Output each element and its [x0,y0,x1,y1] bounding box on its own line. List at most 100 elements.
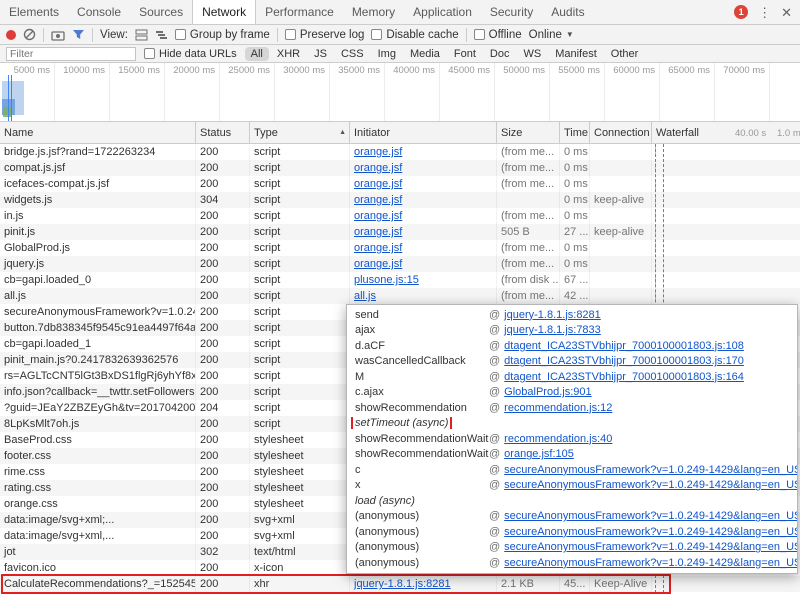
panel-tab[interactable]: Network [192,0,256,24]
capture-screenshots-icon[interactable] [51,29,65,41]
table-row[interactable]: all.js 200 script all.js (from me... 42 … [0,288,800,304]
error-count-badge[interactable]: 1 [734,5,748,19]
checkbox[interactable] [474,29,485,40]
initiator-link[interactable]: plusone.js:15 [354,274,419,286]
resource-type-filter[interactable]: Manifest [549,47,603,61]
request-name[interactable]: 8LpKsMlt7oh.js [0,416,196,432]
request-name[interactable]: all.js [0,288,196,304]
request-name[interactable]: compat.js.jsf [0,160,196,176]
stack-frame-source-link[interactable]: recommendation.js:12 [504,402,612,414]
initiator-link[interactable]: orange.jsf [354,258,402,270]
stack-frame-source-link[interactable]: GlobalProd.js:901 [504,386,591,398]
table-row[interactable]: cb=gapi.loaded_0 200 script plusone.js:1… [0,272,800,288]
stack-frame-source-link[interactable]: dtagent_ICA23STVbhijpr_7000100001803.js:… [504,340,744,352]
request-name[interactable]: rime.css [0,464,196,480]
disable-cache-checkbox[interactable]: Disable cache [371,29,458,41]
request-name[interactable]: jot [0,544,196,560]
resource-type-filter[interactable]: All [245,47,269,61]
resource-type-filter[interactable]: Font [448,47,482,61]
stack-frame-source-link[interactable]: secureAnonymousFramework?v=1.0.249-1429&… [504,464,797,476]
column-header-connection[interactable]: Connection ... [590,122,652,143]
panel-tab[interactable]: Elements [0,0,68,24]
request-name[interactable]: cb=gapi.loaded_0 [0,272,196,288]
request-name[interactable]: BaseProd.css [0,432,196,448]
table-row[interactable]: widgets.js 304 script orange.jsf 0 ms ke… [0,192,800,208]
table-row[interactable]: jquery.js 200 script orange.jsf (from me… [0,256,800,272]
offline-checkbox[interactable]: Offline [474,29,522,41]
request-name[interactable]: widgets.js [0,192,196,208]
table-row[interactable]: compat.js.jsf 200 script orange.jsf (fro… [0,160,800,176]
request-name[interactable]: button.7db838345f9545c91ea4497f64ab... [0,320,196,336]
panel-tab[interactable]: Sources [130,0,192,24]
overview-toggle-icon[interactable] [155,29,168,41]
panel-tab[interactable]: Security [481,0,542,24]
request-name[interactable]: ?guid=JEaY2ZBZEyGh&tv=2017042001&... [0,400,196,416]
initiator-link[interactable]: orange.jsf [354,146,402,158]
table-row[interactable]: GlobalProd.js 200 script orange.jsf (fro… [0,240,800,256]
request-name[interactable]: data:image/svg+xml,... [0,528,196,544]
request-name[interactable]: icefaces-compat.js.jsf [0,176,196,192]
request-name[interactable]: CalculateRecommendations?_=15254544... [0,576,196,592]
initiator-link[interactable]: orange.jsf [354,178,402,190]
table-row[interactable]: icefaces-compat.js.jsf 200 script orange… [0,176,800,192]
column-header-size[interactable]: Size [497,122,560,143]
panel-tab[interactable]: Console [68,0,130,24]
checkbox[interactable] [175,29,186,40]
initiator-link[interactable]: jquery-1.8.1.js:8281 [354,578,451,590]
preserve-log-checkbox[interactable]: Preserve log [285,29,365,41]
table-row[interactable]: pinit.js 200 script orange.jsf 505 B 27 … [0,224,800,240]
column-header-type[interactable]: Type ▲ [250,122,350,143]
resource-type-filter[interactable]: Media [404,47,446,61]
request-name[interactable]: cb=gapi.loaded_1 [0,336,196,352]
request-name[interactable]: favicon.ico [0,560,196,576]
stack-frame-source-link[interactable]: dtagent_ICA23STVbhijpr_7000100001803.js:… [504,355,744,367]
stack-frame-source-link[interactable]: jquery-1.8.1.js:8281 [504,309,601,321]
stack-frame-source-link[interactable]: secureAnonymousFramework?v=1.0.249-1429&… [504,557,797,569]
filter-icon[interactable] [72,29,85,40]
clear-icon[interactable] [23,28,36,41]
checkbox[interactable] [144,48,155,59]
panel-tab[interactable]: Audits [542,0,593,24]
column-header-status[interactable]: Status [196,122,250,143]
checkbox[interactable] [285,29,296,40]
table-row[interactable]: CalculateRecommendations?_=15254544... 2… [0,576,800,592]
column-header-name[interactable]: Name [0,122,196,143]
initiator-link[interactable]: orange.jsf [354,242,402,254]
table-row[interactable]: bridge.js.jsf?rand=1722263234 200 script… [0,144,800,160]
request-name[interactable]: secureAnonymousFramework?v=1.0.249... [0,304,196,320]
panel-tab[interactable]: Application [404,0,481,24]
stack-frame-source-link[interactable]: secureAnonymousFramework?v=1.0.249-1429&… [504,526,797,538]
more-menu-icon[interactable]: ⋮ [758,6,771,19]
request-name[interactable]: footer.css [0,448,196,464]
stack-frame-source-link[interactable]: secureAnonymousFramework?v=1.0.249-1429&… [504,510,797,522]
table-row[interactable]: in.js 200 script orange.jsf (from me... … [0,208,800,224]
request-name[interactable]: pinit_main.js?0.2417832639362576 [0,352,196,368]
column-header-waterfall[interactable]: Waterfall 40.00 s 1.0 m... [652,122,800,143]
resource-type-filter[interactable]: JS [308,47,333,61]
filter-input[interactable] [6,47,136,61]
group-by-frame-checkbox[interactable]: Group by frame [175,29,270,41]
initiator-link[interactable]: orange.jsf [354,226,402,238]
request-name[interactable]: pinit.js [0,224,196,240]
network-overview[interactable]: 5000 ms 10000 ms 15000 ms 20000 ms 25000… [0,63,800,122]
request-name[interactable]: jquery.js [0,256,196,272]
checkbox[interactable] [371,29,382,40]
stack-frame-source-link[interactable]: jquery-1.8.1.js:7833 [504,324,601,336]
column-header-initiator[interactable]: Initiator [350,122,497,143]
panel-tab[interactable]: Performance [256,0,343,24]
initiator-link[interactable]: orange.jsf [354,162,402,174]
stack-frame-source-link[interactable]: secureAnonymousFramework?v=1.0.249-1429&… [504,479,797,491]
large-rows-toggle-icon[interactable] [135,29,148,41]
resource-type-filter[interactable]: Img [372,47,402,61]
stack-frame-source-link[interactable]: dtagent_ICA23STVbhijpr_7000100001803.js:… [504,371,744,383]
request-name[interactable]: bridge.js.jsf?rand=1722263234 [0,144,196,160]
panel-tab[interactable]: Memory [343,0,404,24]
request-name[interactable]: rating.css [0,480,196,496]
initiator-link[interactable]: orange.jsf [354,194,402,206]
resource-type-filter[interactable]: Doc [484,47,516,61]
hide-data-urls-checkbox[interactable]: Hide data URLs [144,48,237,60]
record-button[interactable] [6,30,16,40]
stack-frame-source-link[interactable]: orange.jsf:105 [504,448,574,460]
request-name[interactable]: orange.css [0,496,196,512]
initiator-link[interactable]: orange.jsf [354,210,402,222]
